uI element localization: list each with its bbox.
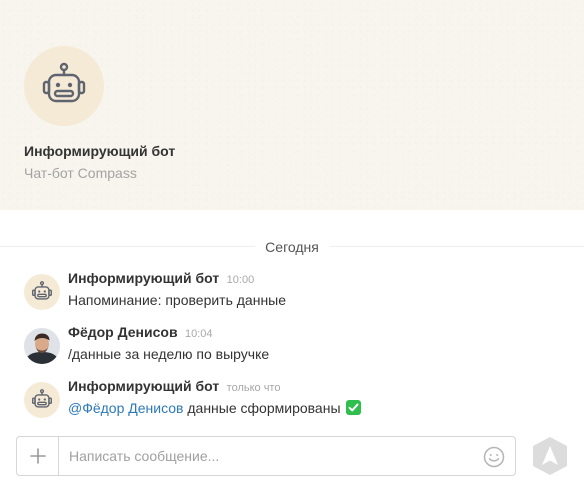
message-text: /данные за неделю по выручке: [68, 346, 270, 362]
message-time: только что: [226, 382, 281, 394]
chat-subtitle: Чат-бот Compass: [24, 165, 137, 181]
send-button[interactable]: [530, 435, 570, 477]
check-mark-icon: [346, 400, 362, 415]
send-arrow-icon: [533, 437, 567, 475]
date-label: Сегодня: [255, 239, 329, 255]
message-body: данные сформированы: [187, 400, 341, 416]
message-item: Информирующий бот только что @Фёдор Дени…: [24, 378, 564, 422]
message-author[interactable]: Информирующий бот: [68, 378, 219, 394]
user-mention-link[interactable]: @Фёдор Денисов: [68, 400, 183, 416]
message-header: Фёдор Денисов 10:04: [68, 324, 213, 342]
message-header: Информирующий бот только что: [68, 378, 280, 396]
attach-button[interactable]: [17, 437, 59, 475]
bot-avatar[interactable]: [24, 382, 60, 418]
message-input[interactable]: Написать сообщение...: [69, 448, 219, 464]
message-composer: Написать сообщение...: [16, 436, 516, 476]
robot-icon: [32, 281, 52, 300]
message-time: 10:04: [185, 328, 213, 340]
smiley-icon: [483, 446, 505, 468]
user-avatar[interactable]: [24, 328, 60, 364]
chat-header: Информирующий бот Чат-бот Compass: [0, 0, 584, 210]
chat-title: Информирующий бот: [24, 143, 176, 159]
date-divider: Сегодня: [0, 236, 584, 258]
user-photo: [24, 328, 60, 364]
message-text: Напоминание: проверить данные: [68, 292, 287, 308]
plus-icon: [29, 448, 46, 464]
message-time: 10:00: [226, 274, 255, 286]
message-item: Информирующий бот 10:00 Напоминание: про…: [24, 270, 564, 314]
emoji-button[interactable]: [483, 446, 505, 473]
message-author[interactable]: Информирующий бот: [68, 270, 219, 286]
message-author[interactable]: Фёдор Денисов: [68, 324, 178, 340]
message-text: @Фёдор Денисов данные сформированы: [68, 400, 362, 416]
robot-icon: [42, 62, 86, 103]
message-item: Фёдор Денисов 10:04 /данные за неделю по…: [24, 324, 564, 368]
bot-avatar: [24, 46, 104, 126]
robot-icon: [32, 389, 52, 408]
bot-avatar[interactable]: [24, 274, 60, 310]
message-header: Информирующий бот 10:00: [68, 270, 254, 288]
